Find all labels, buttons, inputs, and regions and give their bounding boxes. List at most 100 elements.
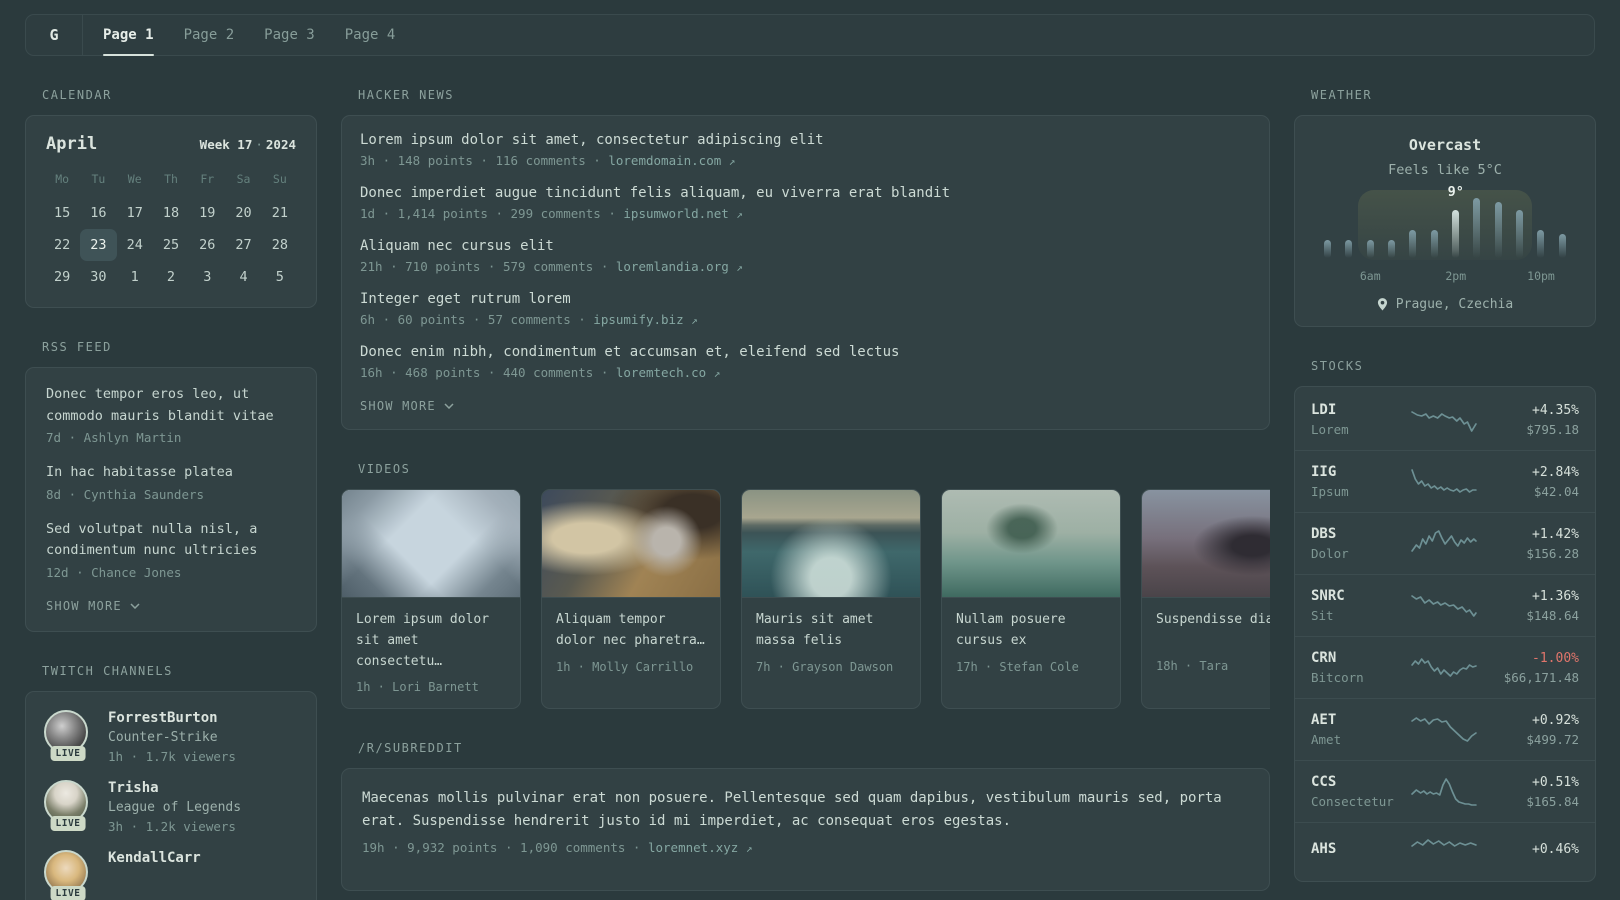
stock-values: +1.42% $156.28	[1483, 527, 1579, 561]
stock-sparkline	[1411, 468, 1477, 493]
stock-sparkline	[1411, 410, 1477, 432]
video-card[interactable]: Aliquam tempor dolor nec pharetra… 1h · …	[541, 489, 721, 710]
rss-item-title[interactable]: In hac habitasse platea	[46, 462, 296, 484]
stock-row[interactable]: IIG Ipsum +2.84% $42.04	[1295, 450, 1595, 512]
location-pin-icon	[1377, 298, 1387, 311]
video-thumbnail[interactable]	[1142, 490, 1270, 598]
hn-item-title[interactable]: Donec enim nibh, condimentum et accumsan…	[360, 344, 1251, 360]
rss-show-more-button[interactable]: SHOW MORE	[46, 597, 140, 617]
twitch-channel-name[interactable]: KendallCarr	[108, 850, 201, 866]
hn-domain-link[interactable]: ipsumify.biz	[593, 312, 683, 327]
stock-sparkline	[1411, 657, 1477, 677]
calendar-day: 16	[90, 205, 107, 221]
video-title[interactable]: Nullam posuere cursus ex	[956, 610, 1106, 652]
calendar-day: 17	[126, 205, 143, 221]
stock-row[interactable]: CCS Consectetur +0.51% $165.84	[1295, 760, 1595, 822]
twitch-avatar: LIVE	[44, 709, 92, 761]
stock-price: $156.28	[1526, 545, 1579, 561]
hn-show-more-button[interactable]: SHOW MORE	[360, 397, 454, 417]
hn-domain-link[interactable]: ipsumworld.net	[623, 206, 728, 221]
stock-sparkline	[1411, 839, 1477, 847]
stock-row[interactable]: DBS Dolor +1.42% $156.28	[1295, 512, 1595, 574]
twitch-avatar: LIVE	[44, 849, 92, 900]
hn-domain-link[interactable]: loremlandia.org	[616, 259, 729, 274]
stock-name: Bitcorn	[1311, 670, 1364, 685]
left-column: CALENDAR April Week 17 · 2024 Mo Tu We Th …	[25, 56, 317, 900]
video-title[interactable]: Lorem ipsum dolor sit amet consectetu…	[356, 610, 506, 672]
hn-meta-text: 6h · 60 points · 57 comments ·	[360, 312, 594, 327]
hn-item-title[interactable]: Integer eget rutrum lorem	[360, 291, 1251, 307]
rss-item-title[interactable]: Sed volutpat nulla nisl, a condimentum n…	[46, 519, 296, 562]
hn-item-title[interactable]: Donec imperdiet augue tincidunt felis al…	[360, 185, 1251, 201]
hn-meta-text: 1d · 1,414 points · 299 comments ·	[360, 206, 624, 221]
twitch-widget: LIVE ForrestBurton Counter-Strike 1h · 1…	[25, 690, 317, 900]
tab-page-3[interactable]: Page 3	[264, 15, 315, 55]
stock-id: CRN Bitcorn	[1311, 650, 1405, 685]
logo[interactable]: G	[26, 15, 82, 55]
reddit-post: Maecenas mollis pulvinar erat non posuer…	[362, 787, 1249, 854]
video-title[interactable]: Suspendisse diam	[1156, 610, 1270, 651]
video-title[interactable]: Mauris sit amet massa felis	[756, 610, 906, 652]
show-more-label: SHOW MORE	[46, 598, 122, 613]
page-tabs: Page 1 Page 2 Page 3 Page 4	[83, 15, 396, 56]
calendar-day: 25	[162, 237, 180, 253]
external-link-icon: ↗	[736, 261, 743, 274]
twitch-channel-name[interactable]: ForrestBurton	[108, 710, 236, 726]
tab-page-1[interactable]: Page 1	[103, 15, 154, 56]
reddit-domain-link[interactable]: loremnet.xyz	[648, 840, 738, 855]
hn-meta-text: 3h · 148 points · 116 comments ·	[360, 153, 609, 168]
stock-price: $499.72	[1526, 731, 1579, 747]
external-link-icon: ↗	[728, 155, 736, 168]
video-thumbnail[interactable]	[542, 490, 720, 598]
video-card[interactable]: Lorem ipsum dolor sit amet consectetu… 1…	[341, 489, 521, 710]
tab-page-4[interactable]: Page 4	[345, 15, 396, 55]
stock-row[interactable]: AHS +0.46%	[1295, 822, 1595, 879]
video-card[interactable]: Suspendisse diam 18h · Tara	[1141, 489, 1270, 710]
tab-page-2[interactable]: Page 2	[184, 15, 235, 55]
calendar-day: 5	[275, 269, 284, 285]
weather-bar	[1430, 230, 1438, 258]
hn-domain-link[interactable]: loremtech.co	[616, 365, 706, 380]
twitch-channel[interactable]: LIVE ForrestBurton Counter-Strike 1h · 1…	[44, 709, 298, 764]
reddit-post-meta: 19h · 9,932 points · 1,090 comments · lo…	[362, 840, 1249, 855]
stock-price: $795.18	[1526, 421, 1579, 437]
rss-item-title[interactable]: Donec tempor eros leo, ut commodo mauris…	[46, 384, 296, 427]
hn-meta-text: 16h · 468 points · 440 comments ·	[360, 365, 616, 380]
video-card-body: Nullam posuere cursus ex 17h · Stefan Co…	[942, 598, 1120, 688]
hn-item: Donec imperdiet augue tincidunt felis al…	[360, 185, 1251, 221]
video-meta: 1h · Lori Barnett	[356, 680, 479, 695]
weather-location: Prague, Czechia	[1313, 297, 1577, 312]
video-meta: 1h · Molly Carrillo	[556, 659, 694, 674]
calendar-day: 3	[203, 269, 212, 285]
stock-row[interactable]: SNRC Sit +1.36% $148.64	[1295, 574, 1595, 636]
stock-row[interactable]: LDI Lorem +4.35% $795.18	[1295, 389, 1595, 450]
stock-id: AET Amet	[1311, 712, 1405, 747]
video-card[interactable]: Mauris sit amet massa felis 7h · Grayson…	[741, 489, 921, 710]
hn-item-title[interactable]: Aliquam nec cursus elit	[360, 238, 1251, 254]
hn-domain-link[interactable]: loremdomain.com	[608, 153, 721, 168]
video-thumbnail[interactable]	[742, 490, 920, 598]
twitch-channel-name[interactable]: Trisha	[108, 780, 241, 796]
stock-row[interactable]: AET Amet +0.92% $499.72	[1295, 698, 1595, 760]
video-thumbnail[interactable]	[942, 490, 1120, 598]
twitch-channel[interactable]: LIVE Trisha League of Legends 3h · 1.2k …	[44, 779, 298, 834]
top-nav: G Page 1 Page 2 Page 3 Page 4	[25, 14, 1595, 56]
hn-item-meta: 1d · 1,414 points · 299 comments · ipsum…	[360, 206, 1251, 221]
twitch-section-label: TWITCH CHANNELS	[42, 663, 173, 678]
weather-hourly-bars	[1317, 196, 1573, 258]
reddit-post-title[interactable]: Maecenas mollis pulvinar erat non posuer…	[362, 787, 1249, 833]
calendar-day: 21	[271, 205, 288, 221]
stock-row[interactable]: CRN Bitcorn -1.00% $66,171.48	[1295, 636, 1595, 698]
weather-bar	[1388, 240, 1396, 258]
hn-item-title[interactable]: Lorem ipsum dolor sit amet, consectetur …	[360, 132, 1251, 148]
video-title[interactable]: Aliquam tempor dolor nec pharetra…	[556, 610, 706, 652]
stock-price: $42.04	[1533, 483, 1579, 499]
stock-name: Lorem	[1311, 422, 1349, 437]
calendar-day: 4	[239, 269, 248, 285]
video-card[interactable]: Nullam posuere cursus ex 17h · Stefan Co…	[941, 489, 1121, 710]
video-card-body: Lorem ipsum dolor sit amet consectetu… 1…	[342, 598, 520, 708]
video-thumbnail[interactable]	[342, 490, 520, 598]
twitch-channel[interactable]: LIVE KendallCarr	[44, 849, 298, 900]
stocks-section-label: STOCKS	[1311, 359, 1364, 373]
live-badge: LIVE	[50, 745, 86, 761]
